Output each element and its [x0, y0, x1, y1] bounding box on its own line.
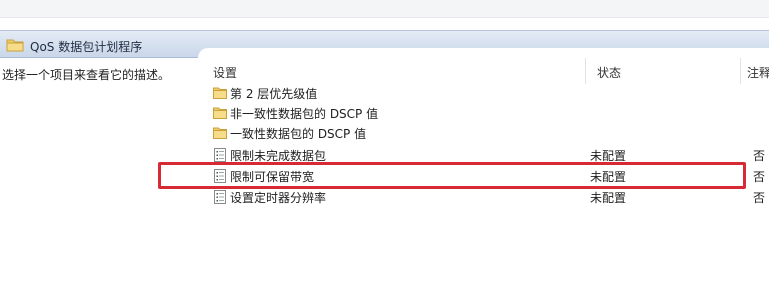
list-item-setting[interactable]: 设置定时器分辨率 未配置 否: [210, 188, 769, 208]
row-comment: 否: [753, 170, 766, 184]
window-top-strip: [0, 0, 769, 18]
row-comment: 否: [753, 191, 766, 205]
list-item-folder[interactable]: 非一致性数据包的 DSCP 值: [210, 104, 769, 124]
row-comment: 否: [753, 149, 766, 163]
row-status: 未配置: [590, 170, 627, 184]
column-divider[interactable]: [585, 58, 586, 84]
policy-setting-icon: [213, 169, 227, 183]
list-item-setting[interactable]: 限制可保留带宽 未配置 否: [210, 167, 769, 187]
row-status: 未配置: [590, 191, 627, 205]
row-label: 第 2 层优先级值: [230, 87, 318, 101]
column-header-setting[interactable]: 设置: [213, 64, 237, 81]
row-label: 一致性数据包的 DSCP 值: [230, 127, 367, 141]
folder-icon: [213, 86, 227, 100]
folder-icon: [6, 38, 24, 55]
row-label: 非一致性数据包的 DSCP 值: [230, 107, 379, 121]
list-item-folder[interactable]: 一致性数据包的 DSCP 值: [210, 124, 769, 144]
policy-setting-icon: [213, 190, 227, 204]
folder-icon: [213, 126, 227, 140]
row-label: 限制可保留带宽: [230, 170, 315, 184]
list-item-folder[interactable]: 第 2 层优先级值: [210, 84, 769, 104]
column-header-status[interactable]: 状态: [597, 64, 621, 81]
node-title: QoS 数据包计划程序: [30, 40, 143, 54]
list-item-setting[interactable]: 限制未完成数据包 未配置 否: [210, 146, 769, 166]
description-text: 选择一个项目来查看它的描述。: [2, 68, 171, 82]
policy-setting-icon: [213, 148, 227, 162]
column-divider[interactable]: [740, 58, 741, 84]
column-header-comment[interactable]: 注释: [747, 64, 769, 81]
row-label: 设置定时器分辨率: [230, 191, 327, 205]
row-status: 未配置: [590, 149, 627, 163]
row-label: 限制未完成数据包: [230, 149, 327, 163]
folder-icon: [213, 106, 227, 120]
